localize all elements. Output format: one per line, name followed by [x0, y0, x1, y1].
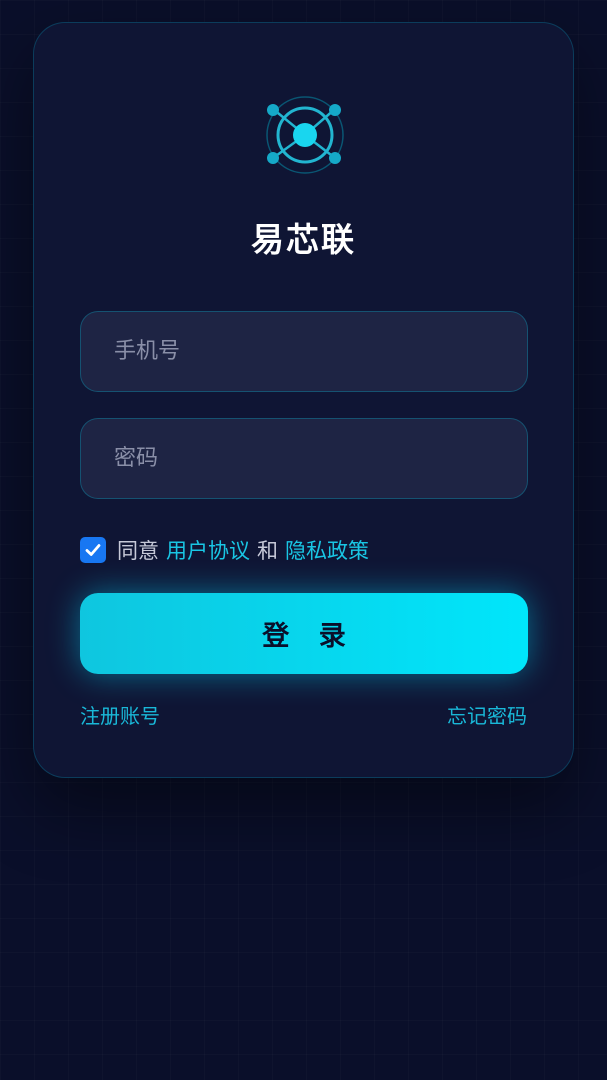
agree-prefix: 同意: [117, 539, 159, 563]
login-screen: 易芯联 同意 用户协议 和 隐私政策 登 录 注册账号 忘记密码: [0, 0, 607, 1080]
phone-input[interactable]: [81, 312, 527, 391]
network-node-icon: [266, 96, 344, 174]
agree-conjunction: 和: [257, 539, 278, 563]
login-card: 易芯联 同意 用户协议 和 隐私政策 登 录 注册账号 忘记密码: [33, 22, 574, 778]
privacy-policy-link[interactable]: 隐私政策: [285, 535, 369, 565]
agreement-row: 同意 用户协议 和 隐私政策: [80, 535, 376, 565]
password-input[interactable]: [81, 419, 527, 498]
password-field[interactable]: [80, 418, 528, 499]
user-agreement-link[interactable]: 用户协议: [166, 535, 250, 565]
checkmark-icon: [85, 544, 101, 556]
app-title: 易芯联: [251, 220, 356, 259]
login-button[interactable]: 登 录: [80, 593, 528, 674]
phone-field[interactable]: [80, 311, 528, 392]
forgot-password-link[interactable]: 忘记密码: [447, 700, 527, 729]
agree-checkbox[interactable]: [80, 537, 106, 563]
register-link[interactable]: 注册账号: [80, 700, 160, 729]
